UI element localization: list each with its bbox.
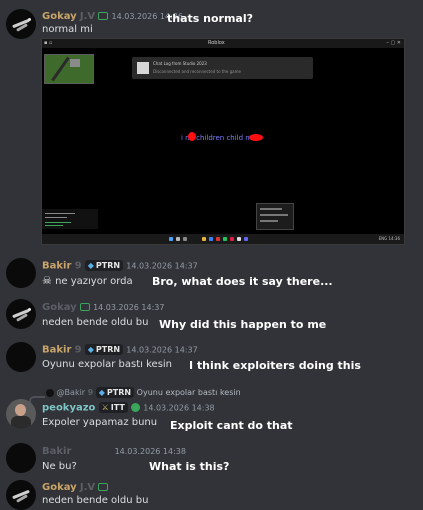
message-header: Gokay 14.03.2026 14:37: [42, 302, 164, 313]
message-header: Gokay J.V 14.03.2026 14:36: [42, 11, 183, 22]
avatar[interactable]: [6, 480, 36, 510]
browser-icon[interactable]: [209, 237, 213, 241]
attached-screenshot[interactable]: Roblox ▪ ▫ – ▢ ✕ Chat Log from Studio 20…: [41, 38, 405, 245]
timestamp: 14.03.2026 14:37: [126, 261, 198, 271]
avatar[interactable]: [6, 443, 36, 473]
avatar[interactable]: [6, 399, 36, 429]
windows-start-icon[interactable]: [169, 237, 173, 241]
username[interactable]: Bakir: [42, 261, 71, 272]
message-header: Gokay J.V: [42, 482, 109, 493]
annotation: Why did this happen to me: [159, 318, 327, 331]
search-icon[interactable]: [176, 237, 180, 241]
redaction-mark: [249, 134, 263, 141]
username-hidden: 9: [74, 260, 82, 272]
timestamp: 14.03.2026 14:37: [126, 345, 198, 355]
annotation: Exploit cant do that: [170, 419, 293, 432]
message-header: peokyazo ⚔ ITT 14.03.2026 14:38: [42, 402, 215, 414]
game-popup: [256, 203, 294, 230]
sword-icon: ⚔: [101, 403, 109, 412]
notification-line2: Disconnected and reconnected to the game: [153, 69, 241, 74]
reply-avatar: [46, 388, 54, 397]
avatar[interactable]: [6, 342, 36, 372]
username-hidden: J.V: [79, 482, 96, 493]
window-controls-icon: – ▢ ✕: [386, 40, 401, 46]
username[interactable]: peokyazo: [42, 403, 95, 414]
minimap: [44, 54, 94, 84]
username[interactable]: Gokay: [42, 482, 77, 493]
boost-badge-icon: [131, 403, 141, 412]
username[interactable]: Bakir: [42, 345, 71, 356]
reply-author[interactable]: @Bakir: [57, 388, 86, 397]
annotation: Bro, what does it say there...: [152, 275, 333, 288]
store-icon[interactable]: [216, 237, 220, 241]
username-hidden: Bakir: [42, 446, 72, 457]
role-badge-icon: [98, 483, 109, 491]
reply-text: Oyunu expolar bastı kesin: [136, 388, 241, 397]
reply-author-hidden: 9: [87, 388, 94, 397]
message-text: Expoler yapamaz bunu: [42, 417, 158, 428]
message-text: neden bende oldu bu: [42, 495, 149, 506]
timestamp: 14.03.2026 14:38: [114, 447, 186, 456]
avatar[interactable]: [6, 258, 36, 288]
server-tag: ◆ PTRN: [84, 344, 124, 355]
message-header: Bakir 9 ◆ PTRN 14.03.2026 14:37: [42, 260, 198, 272]
message-text: neden bende oldu bu: [42, 317, 149, 328]
notification-toast: Chat Log from Studio 2023 Disconnected a…: [132, 57, 313, 79]
discord-icon[interactable]: [244, 237, 248, 241]
notification-avatar-icon: [137, 62, 149, 74]
role-badge-icon: [79, 303, 90, 311]
avatar[interactable]: [6, 9, 36, 39]
server-tag: ◆ PTRN: [84, 260, 124, 271]
folder-icon[interactable]: [202, 237, 206, 241]
server-tag: ◆ PTRN: [95, 387, 135, 398]
settings-icon[interactable]: [230, 237, 234, 241]
taskview-icon[interactable]: [183, 237, 187, 241]
role-badge-icon: [98, 12, 109, 20]
annotation: What is this?: [149, 460, 230, 473]
game-chat-panel: [42, 209, 98, 229]
message-text: ne yazıyor orda: [55, 276, 133, 287]
username-hidden: 9: [74, 344, 82, 356]
mail-icon[interactable]: [223, 237, 227, 241]
timestamp: 14.03.2026 14:38: [143, 403, 215, 413]
annotation: I think exploiters doing this: [189, 359, 361, 372]
system-tray: ENG 14:36: [378, 236, 400, 241]
gem-icon: ◆: [87, 345, 94, 354]
windows-taskbar: ENG 14:36: [42, 234, 404, 244]
reply-preview[interactable]: @Bakir 9 ◆ PTRN Oyunu expolar bastı kesin: [46, 387, 241, 398]
username-hidden: J.V: [79, 11, 96, 22]
roblox-menu-icon: ▪ ▫: [44, 40, 53, 46]
skull-icon: ☠: [42, 274, 52, 287]
avatar[interactable]: [6, 299, 36, 329]
server-tag: ⚔ ITT: [98, 402, 128, 413]
redaction-mark: [188, 132, 196, 141]
window-title: Roblox: [208, 40, 225, 46]
message-body: ☠ ne yazıyor orda: [42, 274, 133, 287]
username-hidden: Gokay: [42, 302, 77, 313]
message-text: Ne bu?: [42, 461, 77, 472]
gem-icon: ◆: [98, 388, 105, 397]
username[interactable]: Gokay: [42, 11, 77, 22]
message-header: Bakir 9 ◆ PTRN 14.03.2026 14:37: [42, 344, 198, 356]
message-header: Bakir 14.03.2026 14:38: [42, 446, 186, 457]
message-text: Oyunu expolar bastı kesin: [42, 359, 173, 370]
game-icon[interactable]: [237, 237, 241, 241]
notification-line1: Chat Log from Studio 2023: [153, 61, 207, 66]
message-text: normal mi: [42, 24, 93, 35]
gem-icon: ◆: [87, 261, 94, 270]
timestamp: 14.03.2026 14:37: [93, 303, 165, 312]
annotation: thats normal?: [167, 12, 253, 25]
